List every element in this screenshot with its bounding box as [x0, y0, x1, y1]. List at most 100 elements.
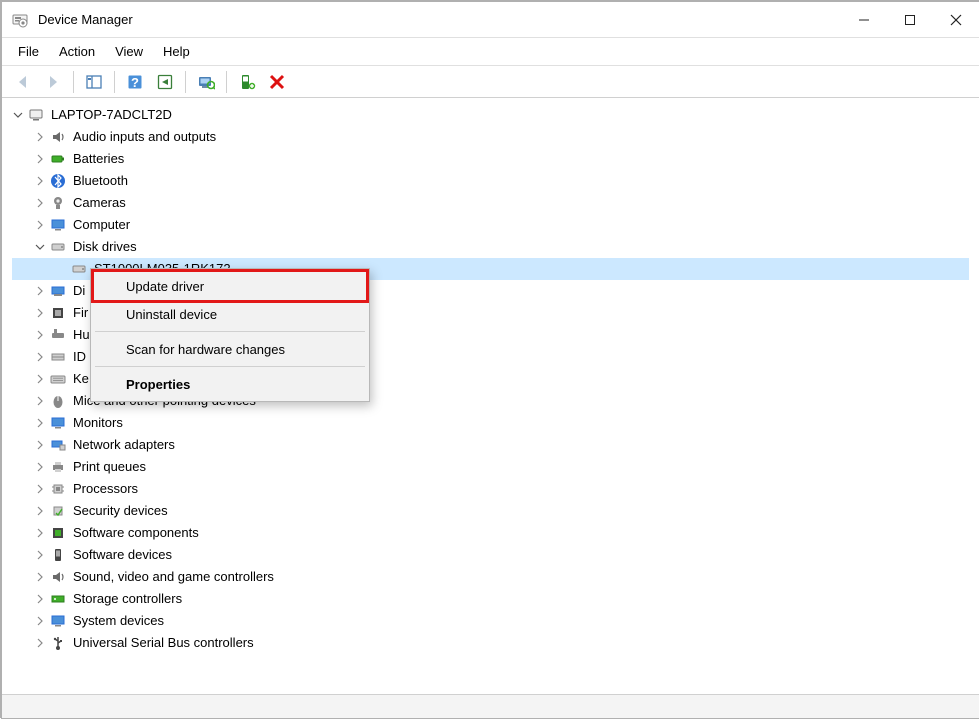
context-menu-label: Scan for hardware changes [126, 342, 285, 357]
tree-node-software-components[interactable]: Software components [12, 522, 969, 544]
chevron-right-icon[interactable] [34, 571, 46, 583]
menubar: File Action View Help [2, 38, 979, 66]
window-controls [841, 2, 979, 37]
chevron-down-icon[interactable] [12, 109, 24, 121]
tree-label: Software components [73, 522, 199, 544]
scan-hardware-button[interactable] [193, 69, 219, 95]
chevron-right-icon[interactable] [34, 593, 46, 605]
statusbar [2, 694, 979, 718]
tree-label: Security devices [73, 500, 168, 522]
tree-label: ID [73, 346, 86, 368]
system-device-icon [49, 612, 67, 630]
tree-node-print-queues[interactable]: Print queues [12, 456, 969, 478]
menu-help[interactable]: Help [153, 42, 200, 61]
context-menu-update-driver[interactable]: Update driver [91, 269, 369, 303]
chevron-right-icon[interactable] [34, 307, 46, 319]
chevron-right-icon[interactable] [34, 219, 46, 231]
chevron-right-icon[interactable] [34, 285, 46, 297]
tree-label: Fir [73, 302, 88, 324]
tree-node-bluetooth[interactable]: Bluetooth [12, 170, 969, 192]
menu-view[interactable]: View [105, 42, 153, 61]
tree-label: Network adapters [73, 434, 175, 456]
tree-label: Cameras [73, 192, 126, 214]
tree-node-computer[interactable]: Computer [12, 214, 969, 236]
app-icon [12, 12, 28, 28]
tree-label: Print queues [73, 456, 146, 478]
help-button[interactable]: ? [122, 69, 148, 95]
context-menu-properties[interactable]: Properties [94, 370, 366, 398]
speaker-icon [49, 128, 67, 146]
menu-action[interactable]: Action [49, 42, 105, 61]
tree-node-monitors[interactable]: Monitors [12, 412, 969, 434]
tree-label: Ke [73, 368, 89, 390]
tree-node-audio[interactable]: Audio inputs and outputs [12, 126, 969, 148]
context-menu-separator [95, 331, 365, 332]
tree-node-usb[interactable]: Universal Serial Bus controllers [12, 632, 969, 654]
context-menu-uninstall-device[interactable]: Uninstall device [94, 300, 366, 328]
chevron-right-icon[interactable] [34, 505, 46, 517]
tree-node-disk-drives[interactable]: Disk drives [12, 236, 969, 258]
chevron-right-icon[interactable] [34, 373, 46, 385]
display-adapter-icon [49, 282, 67, 300]
hid-icon [49, 326, 67, 344]
tree-label: Di [73, 280, 85, 302]
tree-node-processors[interactable]: Processors [12, 478, 969, 500]
chevron-right-icon[interactable] [34, 527, 46, 539]
chevron-right-icon[interactable] [34, 351, 46, 363]
chevron-right-icon[interactable] [34, 395, 46, 407]
chevron-right-icon[interactable] [34, 153, 46, 165]
chevron-right-icon[interactable] [34, 131, 46, 143]
chevron-right-icon[interactable] [34, 439, 46, 451]
battery-icon [49, 150, 67, 168]
camera-icon [49, 194, 67, 212]
maximize-button[interactable] [887, 2, 933, 37]
show-hide-console-tree-button[interactable] [81, 69, 107, 95]
bluetooth-icon [49, 172, 67, 190]
minimize-button[interactable] [841, 2, 887, 37]
tree-label: Monitors [73, 412, 123, 434]
disk-drive-icon [70, 260, 88, 278]
printer-icon [49, 458, 67, 476]
tree-node-system[interactable]: System devices [12, 610, 969, 632]
tree-label: Bluetooth [73, 170, 128, 192]
back-button[interactable] [10, 69, 36, 95]
tree-node-sound[interactable]: Sound, video and game controllers [12, 566, 969, 588]
chevron-down-icon[interactable] [34, 241, 46, 253]
context-menu-separator [95, 366, 365, 367]
add-legacy-hardware-button[interactable] [234, 69, 260, 95]
tree-node-batteries[interactable]: Batteries [12, 148, 969, 170]
chevron-right-icon[interactable] [34, 637, 46, 649]
chevron-right-icon[interactable] [34, 483, 46, 495]
tree-node-network[interactable]: Network adapters [12, 434, 969, 456]
context-menu-label: Properties [126, 377, 190, 392]
context-menu-label: Uninstall device [126, 307, 217, 322]
shield-icon [49, 502, 67, 520]
tree-label: Sound, video and game controllers [73, 566, 274, 588]
chevron-right-icon[interactable] [34, 615, 46, 627]
chevron-right-icon[interactable] [34, 175, 46, 187]
remove-device-button[interactable] [264, 69, 290, 95]
tree-label: Storage controllers [73, 588, 182, 610]
window-title: Device Manager [38, 12, 133, 27]
chevron-right-icon[interactable] [34, 549, 46, 561]
context-menu-scan-hardware[interactable]: Scan for hardware changes [94, 335, 366, 363]
tree-node-cameras[interactable]: Cameras [12, 192, 969, 214]
tree-node-software-devices[interactable]: Software devices [12, 544, 969, 566]
software-component-icon [49, 524, 67, 542]
tree-label: Hu [73, 324, 90, 346]
chevron-right-icon[interactable] [34, 461, 46, 473]
tree-node-storage[interactable]: Storage controllers [12, 588, 969, 610]
chevron-right-icon[interactable] [34, 417, 46, 429]
chevron-right-icon[interactable] [34, 329, 46, 341]
close-button[interactable] [933, 2, 979, 37]
menu-file[interactable]: File [8, 42, 49, 61]
network-icon [49, 436, 67, 454]
chevron-right-icon[interactable] [34, 197, 46, 209]
forward-button[interactable] [40, 69, 66, 95]
tree-label: Computer [73, 214, 130, 236]
tree-node-security[interactable]: Security devices [12, 500, 969, 522]
tree-root[interactable]: LAPTOP-7ADCLT2D [12, 104, 969, 126]
action-button[interactable] [152, 69, 178, 95]
computer-icon [27, 106, 45, 124]
firmware-icon [49, 304, 67, 322]
